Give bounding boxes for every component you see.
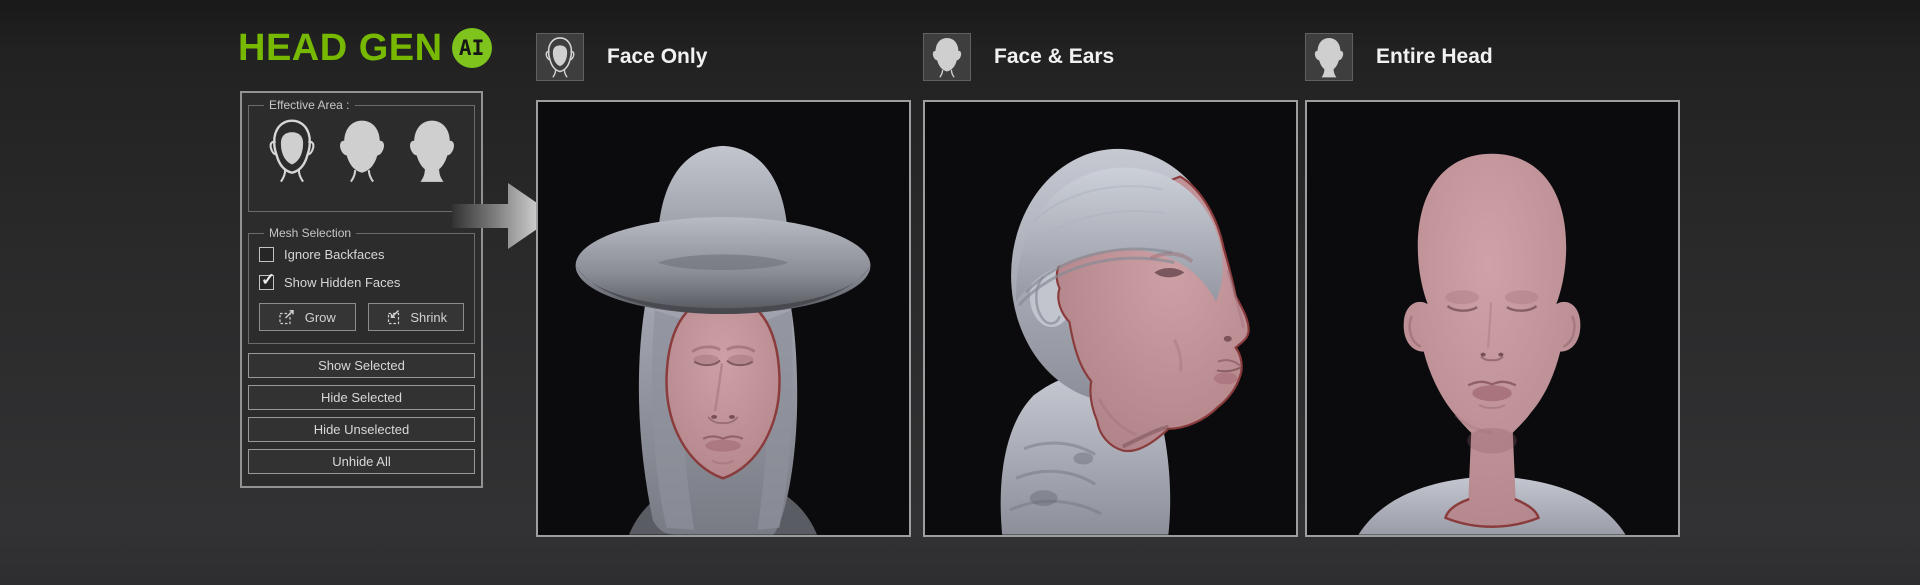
hide-selected-button[interactable]: Hide Selected (248, 385, 475, 410)
entire-head-tile (1305, 33, 1353, 81)
preview-header-entire-head: Entire Head (1305, 33, 1493, 81)
preview-title: Face & Ears (994, 45, 1114, 69)
checkbox-ignore-backfaces[interactable]: ✓ Ignore Backfaces (259, 247, 466, 262)
face-only-tile (536, 33, 584, 81)
checkbox-label: Ignore Backfaces (284, 247, 384, 262)
face-only-icon (543, 36, 577, 79)
grow-label: Grow (305, 310, 336, 325)
ai-badge: AI (452, 28, 492, 68)
grow-button[interactable]: Grow (259, 303, 356, 331)
render-face-ears (923, 100, 1298, 537)
brand: HEAD GEN AI (238, 28, 492, 68)
render-face-only (536, 100, 911, 537)
effective-area-group: Effective Area : (248, 98, 475, 212)
checkbox-box[interactable]: ✓ (259, 247, 274, 262)
unhide-all-button[interactable]: Unhide All (248, 449, 475, 474)
shrink-label: Shrink (410, 310, 447, 325)
mesh-selection-label: Mesh Selection (264, 226, 356, 240)
entire-head-icon (1312, 36, 1346, 79)
checkbox-label: Show Hidden Faces (284, 275, 400, 290)
entire-head-option-icon[interactable] (405, 118, 459, 184)
checkbox-box[interactable]: ✓ (259, 275, 274, 290)
entire-head-render-image (1307, 102, 1678, 535)
preview-header-face-ears: Face & Ears (923, 33, 1114, 81)
preview-header-face-only: Face Only (536, 33, 707, 81)
effective-area-options (257, 112, 466, 184)
show-selected-button[interactable]: Show Selected (248, 353, 475, 378)
face-ears-tile (923, 33, 971, 81)
check-icon: ✓ (261, 270, 275, 290)
render-entire-head (1305, 100, 1680, 537)
hide-unselected-button[interactable]: Hide Unselected (248, 417, 475, 442)
control-panel: Effective Area : Mesh Selection ✓ Ignore… (240, 91, 483, 488)
checkbox-show-hidden-faces[interactable]: ✓ Show Hidden Faces (259, 275, 466, 290)
effective-area-label: Effective Area : (264, 98, 355, 112)
face-only-render-image (538, 102, 909, 535)
app-root: HEAD GEN AI Effective Area : Mesh Select… (0, 0, 1920, 585)
preview-title: Entire Head (1376, 45, 1493, 69)
shrink-icon (384, 309, 401, 325)
grow-icon (279, 309, 296, 325)
app-title: HEAD GEN (238, 29, 443, 67)
mesh-selection-group: Mesh Selection ✓ Ignore Backfaces ✓ Show… (248, 226, 475, 344)
shrink-button[interactable]: Shrink (368, 303, 465, 331)
face-ears-render-image (925, 102, 1296, 535)
grow-shrink-row: Grow Shrink (259, 303, 464, 331)
face-ears-icon (930, 36, 964, 79)
preview-title: Face Only (607, 45, 707, 69)
face-only-option-icon[interactable] (265, 118, 319, 184)
face-ears-option-icon[interactable] (335, 118, 389, 184)
